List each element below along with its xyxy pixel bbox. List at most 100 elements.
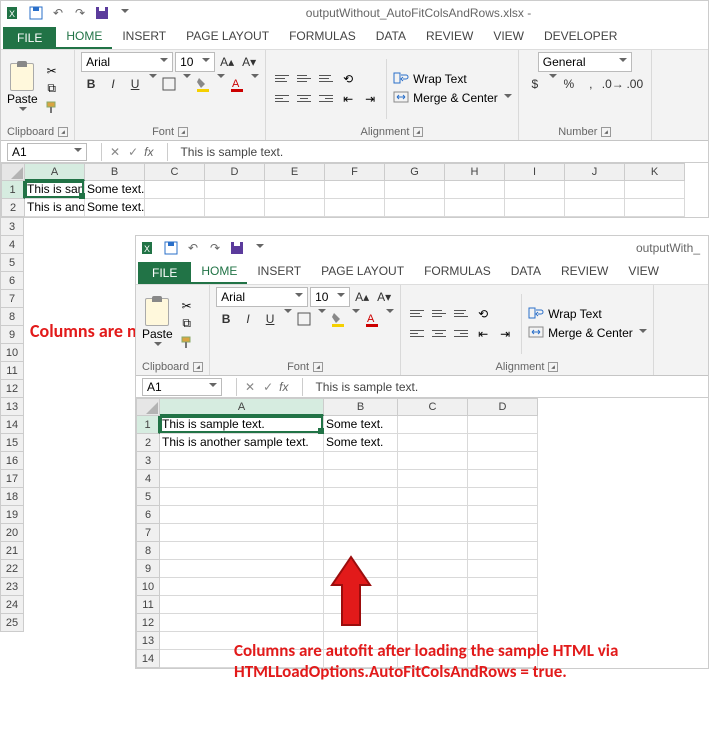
cell[interactable] xyxy=(468,578,538,596)
cell[interactable] xyxy=(160,578,324,596)
column-header[interactable]: F xyxy=(325,163,385,181)
cell[interactable] xyxy=(205,181,265,199)
formula-value[interactable]: This is sample text. xyxy=(311,380,418,394)
tab-view[interactable]: VIEW xyxy=(618,260,669,284)
cell[interactable]: This is sam xyxy=(25,181,85,199)
cell[interactable] xyxy=(468,506,538,524)
cell[interactable] xyxy=(160,506,324,524)
indent-decrease-icon[interactable]: ⇤ xyxy=(338,90,358,108)
undo-icon[interactable]: ↶ xyxy=(49,4,67,22)
cell[interactable] xyxy=(160,542,324,560)
name-box[interactable]: A1 xyxy=(7,143,87,161)
column-header[interactable]: G xyxy=(385,163,445,181)
cell[interactable] xyxy=(324,470,398,488)
formula-value[interactable]: This is sample text. xyxy=(176,145,283,159)
cell[interactable] xyxy=(145,199,205,217)
file-tab[interactable]: FILE xyxy=(3,27,56,49)
column-header[interactable]: C xyxy=(145,163,205,181)
italic-button[interactable]: I xyxy=(238,309,258,329)
cell[interactable] xyxy=(468,560,538,578)
row-header[interactable]: 7 xyxy=(136,524,160,542)
align-top-icon[interactable] xyxy=(407,305,427,323)
tab-page-layout[interactable]: PAGE LAYOUT xyxy=(176,25,279,49)
column-header[interactable]: I xyxy=(505,163,565,181)
tab-review[interactable]: REVIEW xyxy=(416,25,483,49)
cell[interactable] xyxy=(468,452,538,470)
bold-button[interactable]: B xyxy=(81,74,101,94)
qat-dropdown-icon[interactable] xyxy=(250,239,268,257)
grow-font-icon[interactable]: A▴ xyxy=(217,52,237,72)
merge-center-button[interactable]: Merge & Center xyxy=(528,325,647,342)
underline-button[interactable]: U xyxy=(125,74,145,94)
font-color-button[interactable]: A xyxy=(227,74,247,94)
column-header[interactable]: C xyxy=(398,398,468,416)
cell[interactable] xyxy=(468,470,538,488)
name-box[interactable]: A1 xyxy=(142,378,222,396)
clipboard-dialog-launcher-icon[interactable] xyxy=(193,362,203,372)
cell[interactable] xyxy=(160,524,324,542)
cell[interactable]: Some text. xyxy=(85,199,145,217)
align-center-icon[interactable] xyxy=(294,90,314,108)
cell[interactable] xyxy=(160,452,324,470)
cell[interactable]: This is another sample text. xyxy=(160,434,324,452)
format-painter-icon[interactable] xyxy=(179,335,195,349)
cell[interactable] xyxy=(398,434,468,452)
cell[interactable] xyxy=(468,434,538,452)
font-color-button[interactable]: A xyxy=(362,309,382,329)
tab-insert[interactable]: INSERT xyxy=(247,260,311,284)
fx-icon[interactable]: fx xyxy=(279,380,288,394)
column-header[interactable]: H xyxy=(445,163,505,181)
redo-icon[interactable]: ↷ xyxy=(71,4,89,22)
cell[interactable] xyxy=(625,199,685,217)
cell[interactable]: Some text. xyxy=(324,416,398,434)
align-left-icon[interactable] xyxy=(272,90,292,108)
fill-color-button[interactable] xyxy=(328,309,348,329)
cell[interactable] xyxy=(324,452,398,470)
row-header[interactable]: 11 xyxy=(136,596,160,614)
fx-icon[interactable]: fx xyxy=(144,145,153,159)
cell[interactable] xyxy=(468,614,538,632)
align-right-icon[interactable] xyxy=(451,325,471,343)
cell[interactable] xyxy=(160,614,324,632)
percent-button[interactable]: % xyxy=(559,74,579,94)
increase-decimal-icon[interactable]: .0→ xyxy=(603,74,623,94)
cell[interactable] xyxy=(398,578,468,596)
indent-increase-icon[interactable]: ⇥ xyxy=(360,90,380,108)
column-header[interactable]: B xyxy=(85,163,145,181)
tab-data[interactable]: DATA xyxy=(501,260,551,284)
border-button[interactable] xyxy=(294,309,314,329)
row-header[interactable]: 9 xyxy=(136,560,160,578)
tab-developer[interactable]: DEVELOPER xyxy=(534,25,627,49)
font-dialog-launcher-icon[interactable] xyxy=(313,362,323,372)
column-header[interactable]: B xyxy=(324,398,398,416)
select-all-corner[interactable] xyxy=(1,163,25,181)
align-bottom-icon[interactable] xyxy=(451,305,471,323)
qat-dropdown-icon[interactable] xyxy=(115,4,133,22)
indent-decrease-icon[interactable]: ⇤ xyxy=(473,325,493,343)
tab-formulas[interactable]: FORMULAS xyxy=(414,260,501,284)
cell[interactable] xyxy=(398,560,468,578)
tab-home[interactable]: HOME xyxy=(56,25,112,49)
tab-home[interactable]: HOME xyxy=(191,260,247,284)
row-header[interactable]: 8 xyxy=(136,542,160,560)
cell[interactable] xyxy=(398,614,468,632)
cell[interactable] xyxy=(398,416,468,434)
cell[interactable]: Some text. xyxy=(324,434,398,452)
cell[interactable] xyxy=(565,181,625,199)
orientation-icon[interactable]: ⟲ xyxy=(338,70,358,88)
column-header[interactable]: A xyxy=(160,398,324,416)
tab-formulas[interactable]: FORMULAS xyxy=(279,25,366,49)
cell[interactable] xyxy=(565,199,625,217)
cell[interactable] xyxy=(468,416,538,434)
tab-view[interactable]: VIEW xyxy=(483,25,534,49)
tab-page-layout[interactable]: PAGE LAYOUT xyxy=(311,260,414,284)
row-header[interactable]: 12 xyxy=(136,614,160,632)
row-header[interactable]: 6 xyxy=(136,506,160,524)
cut-icon[interactable]: ✂ xyxy=(179,299,195,313)
paste-button[interactable]: Paste xyxy=(142,298,173,350)
cell[interactable] xyxy=(160,560,324,578)
cell[interactable] xyxy=(324,488,398,506)
cell[interactable] xyxy=(265,181,325,199)
column-header[interactable]: D xyxy=(468,398,538,416)
row-header[interactable]: 1 xyxy=(136,416,160,434)
